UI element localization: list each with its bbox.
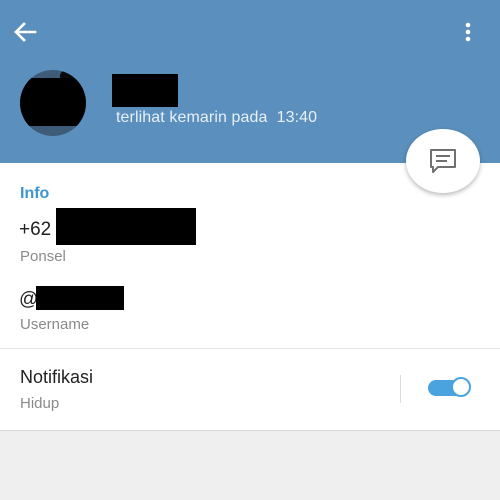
- notifications-status: Hidup: [20, 395, 60, 412]
- message-icon: [430, 149, 456, 173]
- toggle-knob: [451, 377, 471, 397]
- info-card: Info +62 Ponsel @ Username Notifikasi Hi…: [0, 163, 500, 431]
- phone-number-redaction: [56, 208, 196, 245]
- avatar[interactable]: [20, 70, 86, 136]
- notifications-title: Notifikasi: [20, 367, 94, 387]
- avatar-redaction: [20, 78, 86, 126]
- username-redaction: [36, 286, 124, 310]
- phone-number-label: Ponsel: [20, 248, 66, 265]
- more-vertical-icon: [465, 22, 471, 42]
- send-message-button[interactable]: [406, 129, 480, 193]
- notifications-row[interactable]: Notifikasi Hidup: [0, 349, 500, 429]
- username-label: Username: [20, 316, 90, 333]
- empty-background-area: [0, 431, 500, 500]
- vertical-separator: [400, 375, 401, 403]
- back-button[interactable]: [10, 18, 40, 46]
- contact-name-redacted: [112, 74, 178, 107]
- arrow-left-icon: [14, 22, 37, 42]
- info-section-title: Info: [20, 185, 50, 202]
- phone-number-value[interactable]: +62: [19, 219, 51, 241]
- notifications-toggle[interactable]: [428, 376, 474, 400]
- more-options-button[interactable]: [456, 18, 480, 46]
- last-seen-status: terlihat kemarin pada 13:40: [116, 109, 318, 126]
